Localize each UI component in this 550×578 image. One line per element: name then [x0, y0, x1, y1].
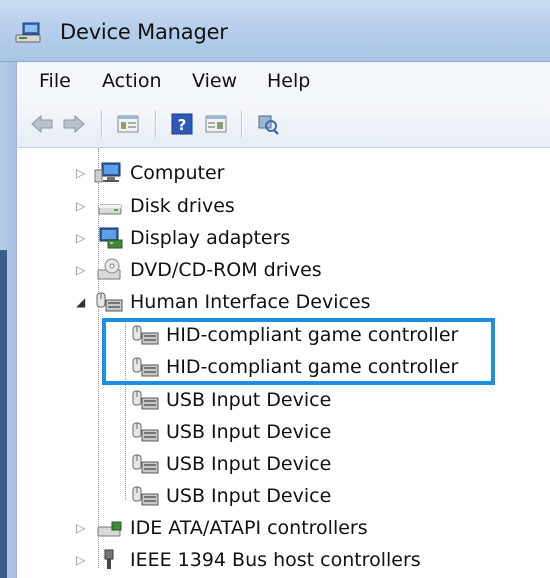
- tree-node-label: IDE ATA/ATAPI controllers: [130, 517, 368, 539]
- ieee1394-icon: [104, 549, 114, 569]
- tree-node-label: IEEE 1394 Bus host controllers: [130, 549, 421, 571]
- toolbar: ?: [16, 100, 550, 148]
- tree-node-human-interface-devices[interactable]: ◢ Human Interface Devices: [76, 287, 371, 317]
- toolbar-separator: [241, 110, 242, 138]
- tree-node-label: Computer: [130, 162, 225, 184]
- dvd-drive-icon: [97, 258, 121, 280]
- menu-file[interactable]: File: [39, 70, 71, 92]
- menu-view[interactable]: View: [192, 70, 237, 92]
- tree-node-disk-drives[interactable]: ▷ Disk drives: [76, 191, 235, 221]
- scan-hardware-icon[interactable]: [255, 111, 281, 137]
- tree-node-label: DVD/CD-ROM drives: [130, 259, 322, 281]
- device-manager-icon: [15, 22, 41, 43]
- tree-node-usb-input-device[interactable]: USB Input Device: [130, 417, 331, 447]
- disk-drive-icon: [98, 204, 122, 215]
- expand-arrow-icon[interactable]: ▷: [76, 521, 94, 535]
- help-icon[interactable]: ?: [169, 111, 195, 137]
- expand-arrow-icon[interactable]: ▷: [76, 231, 94, 245]
- tree-node-ide-controllers[interactable]: ▷ IDE ATA/ATAPI controllers: [76, 513, 368, 543]
- properties-icon[interactable]: [203, 111, 229, 137]
- tree-node-display-adapters[interactable]: ▷ Display adapters: [76, 223, 290, 253]
- menu-action[interactable]: Action: [102, 70, 162, 92]
- expand-arrow-icon[interactable]: ▷: [76, 166, 94, 180]
- forward-arrow-icon[interactable]: [61, 111, 87, 137]
- menu-bar: File Action View Help: [16, 62, 550, 100]
- toolbar-separator: [101, 110, 102, 138]
- window-frame-shadow: [0, 250, 7, 578]
- tree-node-label: Human Interface Devices: [130, 291, 371, 313]
- tree-node-label: USB Input Device: [166, 453, 332, 475]
- expand-arrow-icon[interactable]: ▷: [76, 199, 94, 213]
- svg-text:?: ?: [178, 116, 187, 134]
- tree-node-label: USB Input Device: [166, 485, 332, 507]
- hid-device-icon: [132, 390, 159, 410]
- tree-node-usb-input-device[interactable]: USB Input Device: [130, 449, 331, 479]
- tree-node-computer[interactable]: ▷ Computer: [76, 158, 224, 188]
- tree-node-ieee1394-controllers[interactable]: ▷ IEEE 1394 Bus host controllers: [76, 545, 421, 575]
- computer-icon: [94, 162, 121, 183]
- tree-node-dvd-drives[interactable]: ▷ DVD/CD-ROM drives: [76, 255, 322, 285]
- tree-node-label: Display adapters: [130, 227, 291, 249]
- ide-controller-icon: [97, 521, 122, 537]
- tree-node-label: USB Input Device: [166, 421, 332, 443]
- highlight-box: [102, 318, 495, 385]
- tree-node-usb-input-device[interactable]: USB Input Device: [130, 481, 331, 511]
- back-arrow-icon[interactable]: [29, 111, 55, 137]
- display-adapter-icon: [99, 227, 123, 249]
- window-title: Device Manager: [60, 20, 228, 44]
- tree-node-usb-input-device[interactable]: USB Input Device: [130, 385, 331, 415]
- menu-help[interactable]: Help: [267, 70, 310, 92]
- hid-device-icon: [132, 422, 159, 442]
- toolbar-separator: [155, 110, 156, 138]
- tree-node-label: USB Input Device: [166, 389, 332, 411]
- hid-icon: [96, 292, 123, 312]
- show-hide-console-tree-icon[interactable]: [115, 111, 141, 137]
- hid-device-icon: [132, 486, 159, 506]
- tree-node-label: Disk drives: [130, 195, 235, 217]
- title-bar: Device Manager: [0, 0, 550, 62]
- expand-arrow-icon[interactable]: ▷: [76, 263, 94, 277]
- hid-device-icon: [132, 454, 159, 474]
- expand-arrow-icon[interactable]: ▷: [76, 553, 94, 567]
- collapse-arrow-icon[interactable]: ◢: [76, 295, 94, 309]
